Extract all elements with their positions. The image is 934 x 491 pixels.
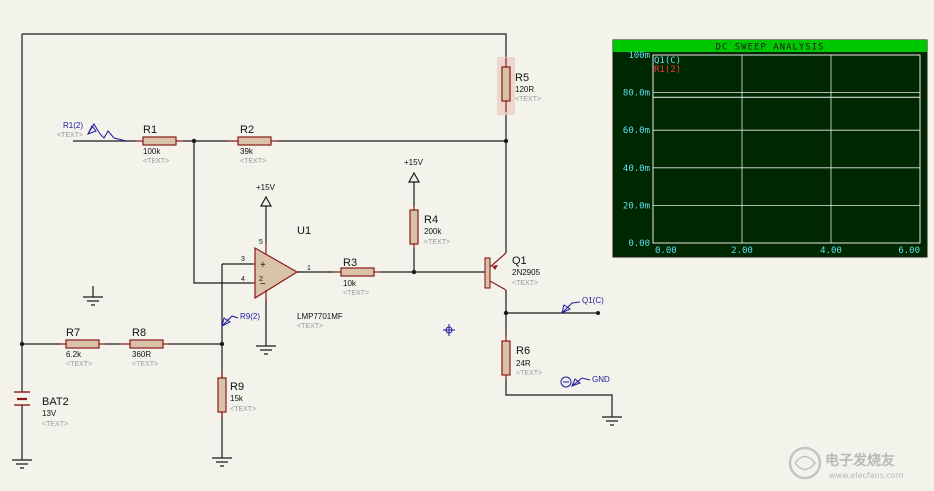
r5-value: 120R: [515, 85, 534, 94]
bat2-label: BAT2: [42, 396, 69, 408]
r1-value: 100k: [143, 147, 161, 156]
ground-r9: [212, 457, 232, 467]
r1-text-placeholder: <TEXT>: [143, 158, 169, 165]
schematic-canvas[interactable]: R1 100k <TEXT> R2 39k <TEXT> R5 120R <TE…: [0, 0, 934, 491]
q1-label: Q1: [512, 255, 527, 267]
graph-title: DC SWEEP ANALYSIS: [715, 43, 824, 53]
r6-value: 24R: [516, 359, 531, 368]
r8-value: 360R: [132, 350, 151, 359]
r4-text-placeholder: <TEXT>: [424, 239, 450, 246]
r2-text-placeholder: <TEXT>: [240, 158, 266, 165]
crosshair-icon: [443, 324, 455, 336]
resistor-r5[interactable]: R5 120R <TEXT>: [497, 57, 541, 115]
transistor-q1[interactable]: Q1 2N2905 <TEXT>: [484, 252, 541, 291]
y-tick-label: 0.00: [628, 239, 650, 249]
resistor-r1[interactable]: R1 100k <TEXT>: [136, 124, 183, 165]
r3-value: 10k: [343, 279, 357, 288]
r4-value: 200k: [424, 227, 442, 236]
q1-value: 2N2905: [512, 268, 541, 277]
probe-gnd[interactable]: GND: [560, 375, 610, 388]
graph-legend: Q1(C) R1(2): [654, 56, 681, 75]
resistor-r2[interactable]: R2 39k <TEXT>: [228, 124, 278, 165]
proteus-workspace[interactable]: R1 100k <TEXT> R2 39k <TEXT> R5 120R <TE…: [0, 0, 934, 491]
supply-r4[interactable]: +15V: [404, 158, 424, 183]
ground-u1: [256, 345, 276, 355]
u1-plus-sign: +: [260, 260, 266, 271]
legend-r1-2: R1(2): [654, 65, 681, 75]
y-tick-label: 20.0m: [623, 201, 650, 211]
elecfans-watermark: 电子发烧友 www.elecfans.com: [788, 446, 904, 480]
u1-pin4: 4: [241, 276, 245, 283]
r9-text-placeholder: <TEXT>: [230, 406, 256, 413]
supply-r4-label: +15V: [404, 158, 424, 167]
x-tick-label: 2.00: [731, 246, 753, 256]
resistor-r9[interactable]: R9 15k <TEXT>: [217, 372, 256, 418]
u1-pin2: 2: [259, 276, 263, 283]
u1-pin1: 1: [307, 265, 311, 272]
probe-q1-label: Q1(C): [582, 296, 604, 305]
dc-sweep-graph[interactable]: DC SWEEP ANALYSIS 100m 80.0m 60.0m 40.0m 20.…: [612, 39, 928, 258]
u1-text-placeholder: <TEXT>: [297, 323, 323, 330]
ground-battery: [12, 459, 32, 469]
r9-label: R9: [230, 381, 244, 393]
u1-pin3: 3: [241, 256, 245, 263]
r6-text-placeholder: <TEXT>: [516, 370, 542, 377]
r7-text-placeholder: <TEXT>: [66, 361, 92, 368]
r4-label: R4: [424, 214, 438, 226]
ground-floating: [83, 296, 103, 306]
probe-r9-label: R9(2): [240, 312, 260, 321]
probe-gnd-label: GND: [592, 375, 610, 384]
watermark-url: www.elecfans.com: [829, 471, 904, 480]
supply-u1[interactable]: +15V: [256, 183, 276, 207]
u1-label: U1: [297, 225, 311, 237]
r8-text-placeholder: <TEXT>: [132, 361, 158, 368]
r3-label: R3: [343, 257, 357, 269]
r6-label: R6: [516, 345, 530, 357]
x-tick-label: 6.00: [898, 246, 920, 256]
x-tick-label: 4.00: [820, 246, 842, 256]
ground-r6: [602, 416, 622, 426]
u1-pin5: 5: [259, 239, 263, 246]
probe-r9[interactable]: R9(2): [221, 312, 260, 327]
probe-r1[interactable]: R1(2) <TEXT>: [57, 121, 127, 142]
resistor-r4[interactable]: R4 200k <TEXT>: [409, 206, 450, 248]
y-tick-label: 80.0m: [623, 89, 650, 99]
bat2-text-placeholder: <TEXT>: [42, 421, 68, 428]
y-tick-label: 60.0m: [623, 126, 650, 136]
resistor-r3[interactable]: R3 10k <TEXT>: [333, 257, 381, 297]
y-tick-label: 100m: [628, 51, 650, 61]
r8-label: R8: [132, 327, 146, 339]
resistor-r8[interactable]: R8 360R <TEXT>: [120, 327, 168, 368]
u1-value: LMP7701MF: [297, 312, 343, 321]
resistor-r7[interactable]: R7 6.2k <TEXT>: [60, 327, 106, 368]
r1-label: R1: [143, 124, 157, 136]
r5-label: R5: [515, 72, 529, 84]
probe-q1c[interactable]: Q1(C): [561, 296, 604, 314]
probe-r1-text-placeholder: <TEXT>: [57, 132, 83, 139]
q1-text-placeholder: <TEXT>: [512, 280, 538, 287]
r5-text-placeholder: <TEXT>: [515, 96, 541, 103]
supply-u1-label: +15V: [256, 183, 276, 192]
y-tick-label: 40.0m: [623, 164, 650, 174]
probe-r1-label: R1(2): [63, 121, 83, 130]
watermark-text: 电子发烧友: [825, 452, 895, 469]
r2-label: R2: [240, 124, 254, 136]
resistor-r6[interactable]: R6 24R <TEXT>: [501, 335, 542, 380]
bat2-value: 13V: [42, 409, 57, 418]
r7-value: 6.2k: [66, 350, 82, 359]
x-tick-label: 0.00: [655, 246, 677, 256]
r7-label: R7: [66, 327, 80, 339]
r9-value: 15k: [230, 394, 244, 403]
r3-text-placeholder: <TEXT>: [343, 290, 369, 297]
r2-value: 39k: [240, 147, 254, 156]
